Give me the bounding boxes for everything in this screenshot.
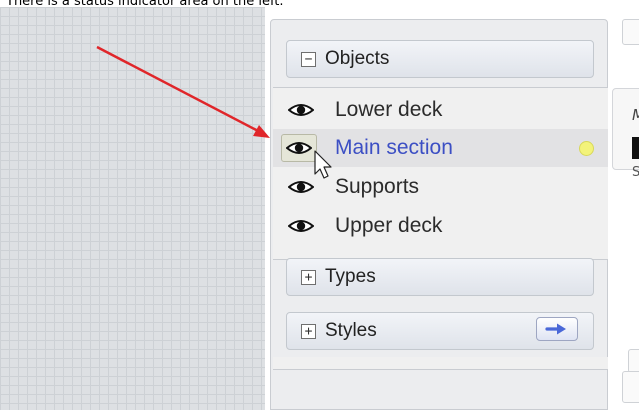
arrow-right-icon: [545, 323, 566, 335]
list-item-label: Main section: [335, 136, 453, 159]
list-item[interactable]: Lower deck: [273, 91, 608, 129]
status-indicator-dot: [579, 140, 594, 156]
eye-icon: [288, 104, 314, 116]
list-item-label: Supports: [335, 175, 420, 198]
visibility-toggle[interactable]: [283, 173, 319, 201]
3d-viewport-grid[interactable]: [0, 7, 265, 410]
right-edge-tab[interactable]: [622, 19, 639, 45]
styles-go-button[interactable]: [536, 317, 578, 341]
collapse-toggle[interactable]: −: [301, 51, 316, 67]
objects-section-header[interactable]: − Objects: [286, 40, 594, 78]
expand-toggle[interactable]: +: [301, 323, 316, 339]
panel-bottom-strip: [273, 357, 608, 370]
types-section-title: Types: [325, 266, 376, 287]
right-edge-control[interactable]: [628, 349, 639, 373]
eye-icon: [286, 142, 312, 154]
eye-icon: [288, 181, 314, 193]
eye-icon: [288, 220, 314, 232]
styles-section-title: Styles: [325, 320, 377, 341]
types-section-header[interactable]: + Types: [286, 258, 594, 296]
right-panel-subtext: S: [632, 165, 639, 180]
objects-section-title: Objects: [325, 48, 390, 69]
visibility-toggle[interactable]: [283, 212, 319, 240]
list-item-label: Upper deck: [335, 214, 443, 237]
list-item-selected[interactable]: Main section: [273, 129, 608, 167]
objects-list: Lower deck Main section Supports Upper d…: [273, 87, 608, 260]
right-panel-text: M: [632, 106, 639, 124]
expand-toggle[interactable]: +: [301, 269, 316, 285]
visibility-toggle[interactable]: [283, 96, 319, 124]
list-item-label: Lower deck: [335, 98, 443, 121]
right-edge-control-2[interactable]: [622, 371, 639, 403]
visibility-toggle[interactable]: [281, 134, 317, 162]
right-panel-swatch: [632, 137, 639, 159]
list-item[interactable]: Supports: [273, 168, 608, 206]
list-item[interactable]: Upper deck: [273, 207, 608, 245]
